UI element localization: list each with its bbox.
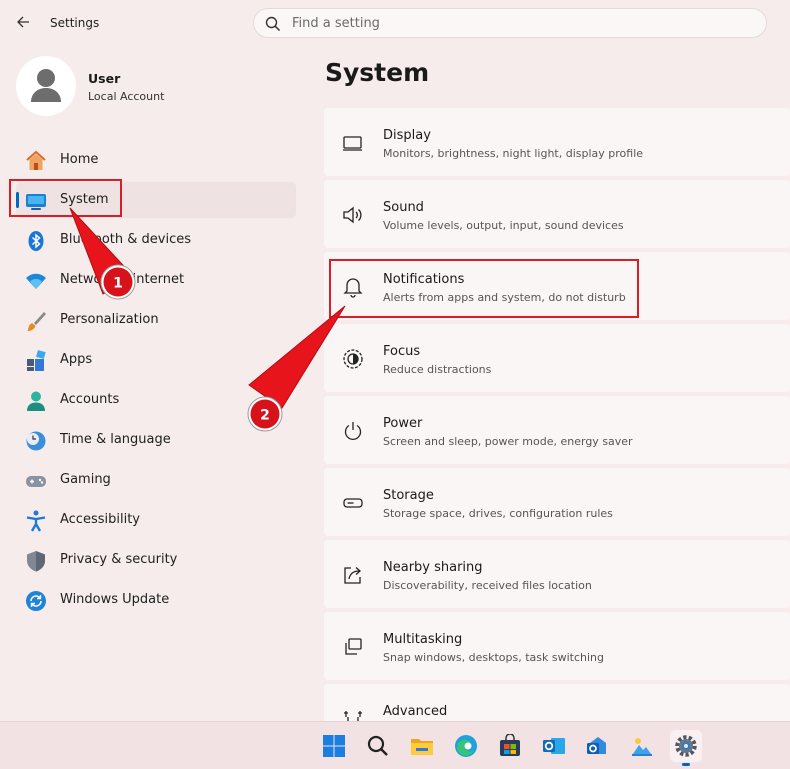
sidebar-item-label: Home xyxy=(60,152,99,167)
sidebar-item-label: Gaming xyxy=(60,472,111,487)
window-title: Settings xyxy=(50,16,100,30)
sidebar-item-accounts[interactable]: Accounts xyxy=(16,382,296,418)
storage-icon xyxy=(342,492,364,514)
sidebar-item-label: Apps xyxy=(60,352,93,367)
setting-subtitle: Screen and sleep, power mode, energy sav… xyxy=(383,435,633,448)
user-profile[interactable]: User Local Account xyxy=(16,56,276,118)
windows-start-icon[interactable] xyxy=(318,730,350,762)
user-name: User xyxy=(88,71,121,86)
file-explorer-icon[interactable] xyxy=(406,730,438,762)
setting-title: Advanced xyxy=(383,704,448,719)
setting-nearby-sharing[interactable]: Nearby sharing Discoverability, received… xyxy=(324,540,790,608)
clock-globe-icon xyxy=(25,430,46,451)
home-icon xyxy=(25,150,46,170)
sidebar-item-label: System xyxy=(60,192,109,207)
setting-title: Sound xyxy=(383,200,424,215)
back-arrow-icon[interactable] xyxy=(14,12,34,32)
share-icon xyxy=(342,564,364,586)
sidebar-item-time-language[interactable]: Time & language xyxy=(16,422,296,458)
accessibility-icon xyxy=(25,510,46,532)
sidebar-item-label: Time & language xyxy=(60,432,171,447)
setting-notifications[interactable]: Notifications Alerts from apps and syste… xyxy=(324,252,790,320)
sidebar-item-label: Accessibility xyxy=(60,512,140,527)
setting-subtitle: Reduce distractions xyxy=(383,363,492,376)
sidebar-item-network[interactable]: Network & internet xyxy=(16,262,296,298)
sidebar-item-accessibility[interactable]: Accessibility xyxy=(16,502,296,538)
search-icon xyxy=(265,16,281,32)
monitor-icon xyxy=(342,132,364,154)
edge-icon[interactable] xyxy=(450,730,482,762)
setting-title: Storage xyxy=(383,488,434,503)
setting-title: Focus xyxy=(383,344,421,359)
person-icon xyxy=(31,69,61,102)
setting-subtitle: Monitors, brightness, night light, displ… xyxy=(383,147,644,160)
shield-icon xyxy=(25,550,45,572)
setting-title: Notifications xyxy=(383,272,465,287)
search-box[interactable] xyxy=(253,8,767,38)
accounts-icon xyxy=(25,390,45,411)
title-bar: Settings xyxy=(0,0,790,46)
apps-icon xyxy=(25,350,46,371)
avatar xyxy=(16,56,76,116)
sidebar-item-system[interactable]: System xyxy=(16,182,296,218)
setting-sound[interactable]: Sound Volume levels, output, input, soun… xyxy=(324,180,790,248)
setting-title: Display xyxy=(383,128,431,143)
brush-icon xyxy=(25,310,46,331)
sidebar-nav: Home System Bluetooth & devices Network … xyxy=(16,142,296,622)
settings-gear-icon[interactable] xyxy=(670,730,702,766)
system-display-icon xyxy=(25,190,46,210)
sidebar-item-gaming[interactable]: Gaming xyxy=(16,462,296,498)
setting-storage[interactable]: Storage Storage space, drives, configura… xyxy=(324,468,790,536)
setting-title: Nearby sharing xyxy=(383,560,483,575)
sidebar-item-privacy[interactable]: Privacy & security xyxy=(16,542,296,578)
taskbar-search-icon[interactable] xyxy=(362,730,394,762)
new-outlook-icon[interactable] xyxy=(582,730,614,762)
setting-subtitle: Storage space, drives, configuration rul… xyxy=(383,507,613,520)
sidebar-item-bluetooth[interactable]: Bluetooth & devices xyxy=(16,222,296,258)
setting-subtitle: Discoverability, received files location xyxy=(383,579,592,592)
sidebar-item-apps[interactable]: Apps xyxy=(16,342,296,378)
setting-title: Power xyxy=(383,416,423,431)
setting-multitasking[interactable]: Multitasking Snap windows, desktops, tas… xyxy=(324,612,790,680)
power-icon xyxy=(342,420,364,442)
sidebar-item-windows-update[interactable]: Windows Update xyxy=(16,582,296,618)
setting-subtitle: Alerts from apps and system, do not dist… xyxy=(383,291,626,304)
search-input[interactable] xyxy=(292,13,752,33)
setting-display[interactable]: Display Monitors, brightness, night ligh… xyxy=(324,108,790,176)
update-icon xyxy=(25,590,46,611)
settings-list: Display Monitors, brightness, night ligh… xyxy=(324,108,790,756)
sidebar-item-label: Personalization xyxy=(60,312,159,327)
account-type: Local Account xyxy=(88,90,165,103)
speaker-icon xyxy=(342,204,364,226)
sidebar-item-home[interactable]: Home xyxy=(16,142,296,178)
taskbar xyxy=(0,721,790,769)
sidebar-item-personalization[interactable]: Personalization xyxy=(16,302,296,338)
setting-focus[interactable]: Focus Reduce distractions xyxy=(324,324,790,392)
page-title: System xyxy=(325,58,430,87)
setting-title: Multitasking xyxy=(383,632,463,647)
focus-icon xyxy=(342,348,364,370)
setting-subtitle: Volume levels, output, input, sound devi… xyxy=(383,219,624,232)
gamepad-icon xyxy=(25,470,46,490)
sidebar-item-label: Accounts xyxy=(60,392,120,407)
multitasking-icon xyxy=(342,636,364,658)
bell-icon xyxy=(342,276,364,298)
bluetooth-icon xyxy=(25,230,45,251)
setting-power[interactable]: Power Screen and sleep, power mode, ener… xyxy=(324,396,790,464)
setting-subtitle: Snap windows, desktops, task switching xyxy=(383,651,605,664)
sidebar-item-label: Windows Update xyxy=(60,592,170,607)
microsoft-store-icon[interactable] xyxy=(494,730,526,762)
sidebar-item-label: Bluetooth & devices xyxy=(60,232,191,247)
active-indicator xyxy=(16,192,19,208)
sidebar-item-label: Network & internet xyxy=(60,272,185,287)
sidebar-item-label: Privacy & security xyxy=(60,552,178,567)
photos-icon[interactable] xyxy=(626,730,658,762)
wifi-icon xyxy=(25,270,46,290)
outlook-icon[interactable] xyxy=(538,730,570,762)
